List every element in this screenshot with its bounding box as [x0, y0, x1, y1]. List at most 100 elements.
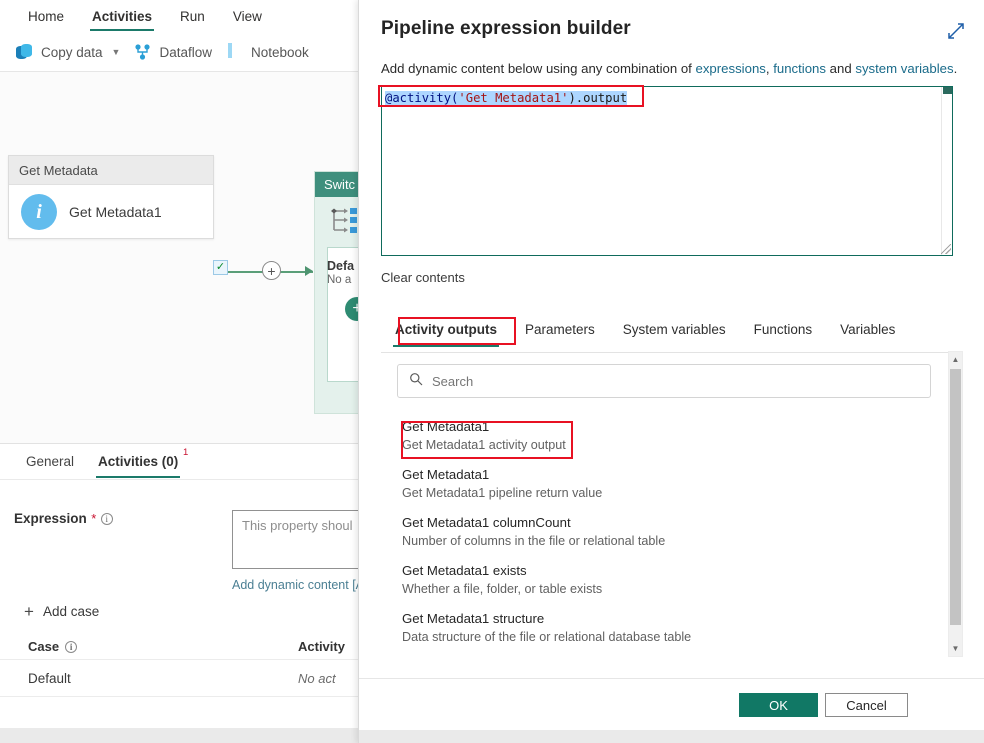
expression-field-label-row: Expression * i [14, 510, 113, 528]
editor-scrollbar-thumb[interactable] [943, 87, 952, 94]
info-icon[interactable]: i [101, 513, 113, 525]
tab-system-variables[interactable]: System variables [609, 318, 740, 347]
dataflow-icon [134, 43, 152, 61]
dialog-tab-bar: Activity outputs Parameters System varia… [381, 318, 909, 347]
list-item-description: Data structure of the file or relational… [402, 629, 931, 646]
list-item-title: Get Metadata1 [402, 418, 931, 436]
link-expressions[interactable]: expressions [696, 61, 766, 76]
ribbon-tab-activities[interactable]: Activities [78, 3, 166, 31]
connector-arrow-icon [305, 266, 313, 276]
expression-editor[interactable]: @activity('Get Metadata1').output [381, 86, 953, 256]
activity-outputs-list[interactable]: Get Metadata1 Get Metadata1 activity out… [397, 412, 931, 652]
tab-activities-label: Activities (0) [98, 454, 178, 469]
search-icon [409, 372, 423, 391]
tab-activity-outputs[interactable]: Activity outputs [381, 318, 511, 347]
node-body: i Get Metadata1 [9, 185, 213, 230]
results-scrollbar-thumb[interactable] [950, 369, 961, 625]
tab-activities-badge: 1 [183, 447, 188, 458]
list-item[interactable]: Get Metadata1 structure Data structure o… [397, 604, 931, 652]
scroll-down-icon[interactable]: ▼ [949, 641, 962, 656]
list-item-description: Number of columns in the file or relatio… [402, 533, 931, 550]
search-placeholder: Search [432, 374, 473, 389]
list-item-description: Get Metadata1 activity output [402, 437, 931, 454]
expression-label: Expression [14, 511, 87, 526]
notebook-button[interactable]: Notebook [222, 39, 319, 65]
expression-text: @activity('Get Metadata1').output [384, 89, 940, 108]
tab-activities[interactable]: Activities (0) 1 [86, 446, 190, 478]
required-asterisk: * [91, 511, 96, 526]
subtitle-suffix: . [954, 61, 958, 76]
tab-functions[interactable]: Functions [740, 318, 827, 347]
dialog-bottom-strip [359, 730, 984, 743]
activity-column-header: Activity [298, 639, 345, 654]
switch-default-label: Defa [327, 259, 354, 273]
expression-string-token: 'Get Metadata1' [458, 91, 568, 105]
list-item-title: Get Metadata1 structure [402, 610, 931, 628]
info-icon[interactable]: i [65, 641, 77, 653]
node-header-label: Get Metadata [9, 156, 213, 185]
search-input[interactable]: Search [397, 364, 931, 398]
ribbon-tab-home[interactable]: Home [14, 3, 78, 31]
expression-close-paren-token: ) [568, 91, 575, 105]
case-column-header: Case [28, 639, 59, 654]
case-cell: Default [28, 671, 298, 686]
list-item[interactable]: Get Metadata1 Get Metadata1 pipeline ret… [397, 460, 931, 508]
clear-contents-link[interactable]: Clear contents [381, 270, 465, 285]
pipeline-expression-builder-dialog: Pipeline expression builder Add dynamic … [358, 0, 984, 743]
add-case-button[interactable]: + Add case [24, 603, 99, 620]
switch-no-activities-label: No a [327, 274, 351, 286]
activity-node-get-metadata[interactable]: Get Metadata i Get Metadata1 [8, 155, 214, 239]
expression-property-token: .output [576, 91, 627, 105]
tab-general[interactable]: General [14, 446, 86, 478]
switch-icon [327, 208, 361, 239]
list-item-title: Get Metadata1 exists [402, 562, 931, 580]
notebook-icon [226, 43, 244, 61]
editor-scrollbar[interactable] [941, 87, 952, 255]
subtitle-and: and [826, 61, 855, 76]
tab-parameters[interactable]: Parameters [511, 318, 609, 347]
add-case-label: Add case [43, 604, 99, 619]
link-functions[interactable]: functions [773, 61, 826, 76]
copy-data-button[interactable]: Copy data ▼ [12, 39, 130, 65]
list-item-title: Get Metadata1 columnCount [402, 514, 931, 532]
footer-divider [359, 678, 984, 679]
copy-data-label: Copy data [41, 45, 103, 60]
list-item[interactable]: Get Metadata1 columnCount Number of colu… [397, 508, 931, 556]
expand-diagonal-icon[interactable] [945, 20, 967, 42]
dataflow-label: Dataflow [159, 45, 212, 60]
cancel-button[interactable]: Cancel [825, 693, 908, 717]
properties-tab-bar: General Activities (0) 1 [0, 444, 360, 480]
list-item[interactable]: Get Metadata1 exists Whether a file, fol… [397, 556, 931, 604]
expression-editor-wrapper: @activity('Get Metadata1').output [381, 86, 953, 256]
subtitle-prefix: Add dynamic content below using any comb… [381, 61, 696, 76]
ribbon-tab-bar: Home Activities Run View [0, 0, 360, 33]
app-footer-strip [0, 728, 360, 743]
ok-button[interactable]: OK [739, 693, 818, 717]
add-dynamic-content-link[interactable]: Add dynamic content [A [232, 578, 364, 592]
editor-resize-handle[interactable] [941, 244, 951, 254]
plus-icon: + [24, 603, 34, 620]
expression-function-token: activity( [392, 91, 458, 105]
list-item[interactable]: Get Metadata1 Get Metadata1 activity out… [397, 412, 931, 460]
list-item-description: Get Metadata1 pipeline return value [402, 485, 931, 502]
activity-cell: No act [298, 671, 336, 686]
dataflow-button[interactable]: Dataflow [130, 39, 222, 65]
copy-data-icon [16, 43, 34, 61]
list-item-title: Get Metadata1 [402, 466, 931, 484]
tab-bar-divider [381, 352, 953, 353]
tab-variables[interactable]: Variables [826, 318, 909, 347]
add-activity-plus-icon[interactable]: + [262, 261, 281, 280]
ribbon-command-bar: Copy data ▼ Dataflow Notebook [0, 33, 360, 71]
results-scrollbar[interactable]: ▲ ▼ [948, 351, 963, 657]
scroll-up-icon[interactable]: ▲ [949, 352, 962, 367]
success-check-icon[interactable]: ✓ [213, 260, 228, 275]
notebook-label: Notebook [251, 45, 309, 60]
node-title-label: Get Metadata1 [69, 204, 162, 220]
info-icon: i [21, 194, 57, 230]
chevron-down-icon[interactable]: ▼ [112, 47, 121, 57]
ribbon-tab-run[interactable]: Run [166, 3, 219, 31]
dialog-subtitle: Add dynamic content below using any comb… [381, 61, 957, 76]
ribbon-tab-view[interactable]: View [219, 3, 276, 31]
link-system-variables[interactable]: system variables [855, 61, 953, 76]
pipeline-canvas[interactable]: Get Metadata i Get Metadata1 ✓ + Switc [0, 71, 360, 443]
